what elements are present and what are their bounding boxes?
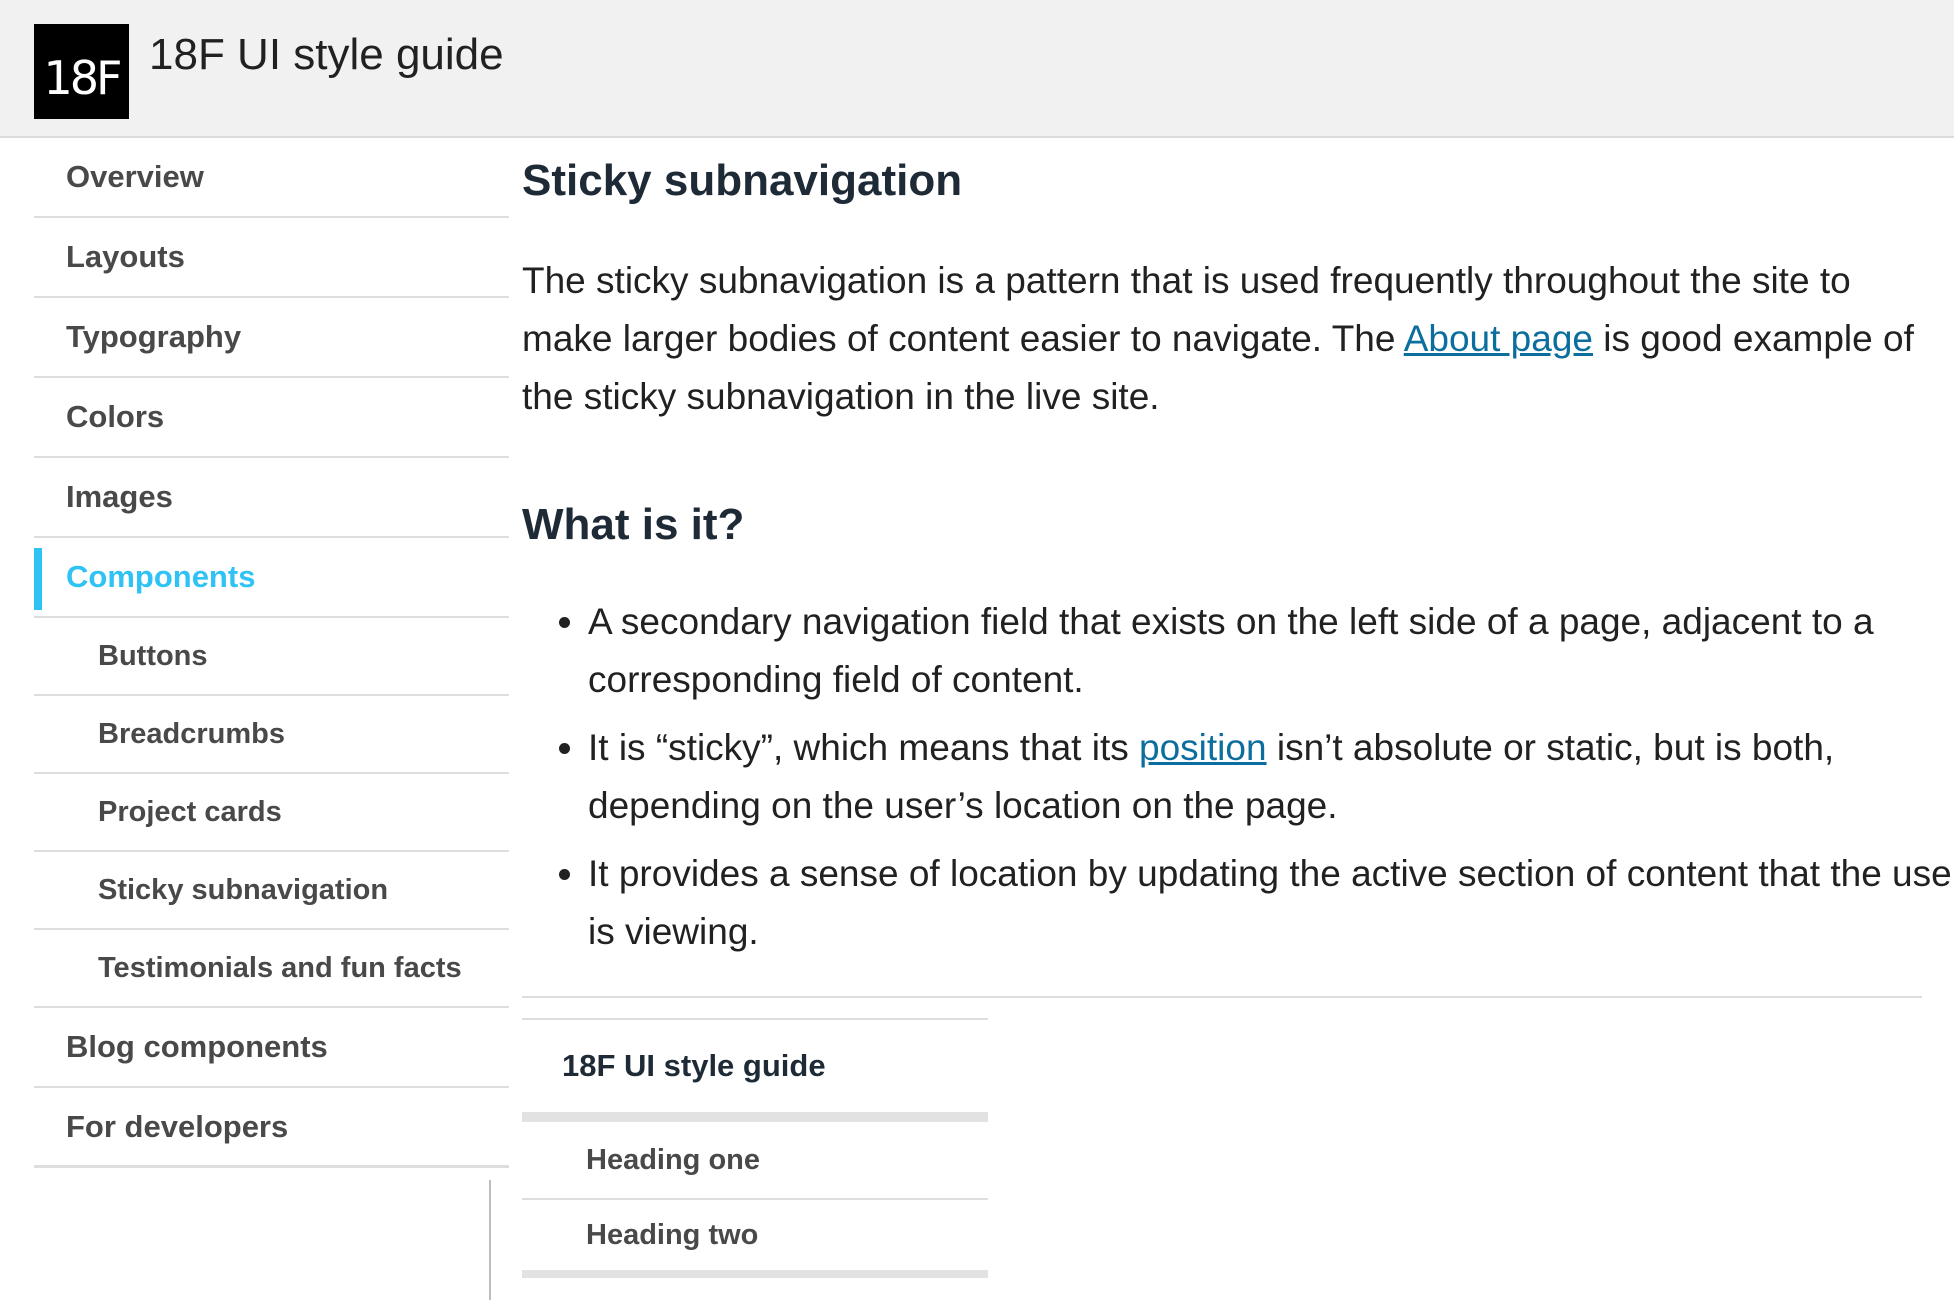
sidebar-subitem-project-cards[interactable]: Project cards: [34, 774, 509, 852]
intro-paragraph: The sticky subnavigation is a pattern th…: [522, 252, 1922, 426]
bullet-list: A secondary navigation field that exists…: [522, 593, 1954, 971]
bullet-text: A secondary navigation field that exists…: [588, 601, 1874, 700]
sidebar-nav: Overview Layouts Typography Colors Image…: [34, 138, 509, 1168]
sidebar-item-layouts[interactable]: Layouts: [34, 218, 509, 298]
list-item: A secondary navigation field that exists…: [588, 593, 1954, 709]
sticky-subnav-demo: 18F UI style guide Heading one Heading t…: [522, 1018, 988, 1278]
sidebar-subitem-breadcrumbs[interactable]: Breadcrumbs: [34, 696, 509, 774]
sidebar-item-components[interactable]: Components: [34, 538, 509, 618]
list-item: It provides a sense of location by updat…: [588, 845, 1954, 961]
page-title: Sticky subnavigation: [522, 156, 963, 205]
sidebar-subitem-testimonials[interactable]: Testimonials and fun facts: [34, 930, 509, 1008]
sidebar-divider: [489, 1180, 491, 1300]
logo-18f[interactable]: 18F: [34, 24, 129, 119]
sidebar-subitem-sticky-subnavigation[interactable]: Sticky subnavigation: [34, 852, 509, 930]
sidebar-item-overview[interactable]: Overview: [34, 138, 509, 218]
about-page-link[interactable]: About page: [1404, 318, 1593, 359]
sidebar-item-blog-components[interactable]: Blog components: [34, 1008, 509, 1088]
bullet-text: It is “sticky”, which means that its: [588, 727, 1140, 768]
demo-nav-item-heading-one[interactable]: Heading one: [522, 1122, 988, 1200]
sidebar-subitem-buttons[interactable]: Buttons: [34, 618, 509, 696]
position-link[interactable]: position: [1139, 727, 1267, 768]
sidebar-item-colors[interactable]: Colors: [34, 378, 509, 458]
list-item: It is “sticky”, which means that its pos…: [588, 719, 1954, 835]
demo-nav-title[interactable]: 18F UI style guide: [522, 1020, 988, 1122]
bullet-text: It provides a sense of location by updat…: [588, 853, 1954, 952]
section-divider: [522, 996, 1922, 998]
site-header: 18F 18F UI style guide: [0, 0, 1954, 138]
sidebar-item-for-developers[interactable]: For developers: [34, 1088, 509, 1168]
section-heading: What is it?: [522, 500, 745, 549]
site-title[interactable]: 18F UI style guide: [149, 30, 504, 80]
sidebar-item-typography[interactable]: Typography: [34, 298, 509, 378]
demo-nav-item-heading-two[interactable]: Heading two: [522, 1200, 988, 1278]
sidebar-item-images[interactable]: Images: [34, 458, 509, 538]
